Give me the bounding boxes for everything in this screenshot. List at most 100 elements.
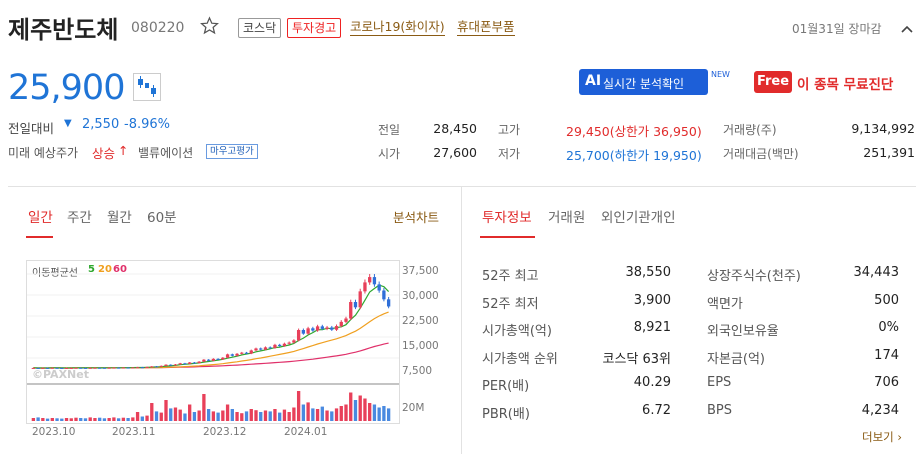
volume-bar <box>240 413 244 421</box>
ai-analysis-button[interactable]: AI 실시간 분석확인 <box>579 69 708 95</box>
more-link[interactable]: 더보기 › <box>862 429 902 445</box>
volume-bar <box>188 404 192 421</box>
candle <box>244 352 249 354</box>
change-value: 2,550 <box>82 117 120 132</box>
analysis-chart-link[interactable]: 분석차트 <box>393 207 439 226</box>
volume-bar <box>112 417 116 421</box>
candle <box>173 364 178 366</box>
candle <box>278 344 282 346</box>
candle <box>339 321 343 327</box>
candle <box>273 344 277 348</box>
volume-bar <box>131 417 135 421</box>
timestamp: 01월31일 장마감 <box>792 22 882 36</box>
valuation-badge[interactable]: 마우고평가 <box>206 144 258 159</box>
candle <box>135 367 140 369</box>
warning-tag: 투자경고 <box>287 18 342 38</box>
y-tick-5: 7,500 <box>402 365 433 377</box>
forecast-label: 미래 예상주가 <box>8 146 79 160</box>
volume-bar <box>145 415 149 421</box>
candle <box>93 367 97 369</box>
volume-bar <box>41 418 45 421</box>
star-icon[interactable] <box>200 16 219 35</box>
ma20-line <box>33 311 389 369</box>
tab-broker[interactable]: 거래원 <box>548 206 585 226</box>
tab-monthly[interactable]: 월간 <box>107 206 132 226</box>
invest-label: 액면가 <box>707 296 743 312</box>
x-tick-2: 2023.11 <box>112 426 156 438</box>
volume-bar <box>197 410 201 421</box>
invest-label: BPS <box>707 402 733 418</box>
volume-bar <box>320 406 324 421</box>
candle <box>112 367 116 369</box>
free-diagnosis-button[interactable]: Free 이 종목 무료진단 <box>754 70 914 95</box>
volume-bar <box>50 418 54 421</box>
volume-bar <box>140 416 144 421</box>
candle <box>287 342 291 344</box>
volume-value: 9,134,992 <box>851 121 915 136</box>
candle <box>301 330 306 334</box>
volume-bar <box>377 407 381 421</box>
candle <box>88 367 92 369</box>
amount-value: 251,391 <box>863 145 915 160</box>
tab-60min[interactable]: 60분 <box>147 206 177 226</box>
tab-invest-info[interactable]: 투자정보 <box>482 206 532 226</box>
theme-link-covid[interactable]: 코로나19(화이자) <box>350 19 445 36</box>
y-tick-1: 37,500 <box>402 265 439 277</box>
candle <box>169 364 173 366</box>
amount-label: 거래대금(백만) <box>723 147 799 161</box>
forecast-value[interactable]: 상승 <box>92 143 115 162</box>
volume-bar <box>45 418 50 421</box>
volume-bar <box>249 409 253 421</box>
candle <box>254 348 258 351</box>
stock-name: 제주반도체 <box>8 16 119 44</box>
y-tick-4: 15,000 <box>402 340 439 352</box>
volume-bar <box>79 418 83 421</box>
chart-toggle-icon[interactable] <box>133 73 161 101</box>
candle <box>368 277 372 283</box>
current-price: 25,900 <box>8 68 125 108</box>
volume-bar <box>206 409 211 421</box>
high-value: 29,450(상한가 36,950) <box>566 124 702 139</box>
price-chart <box>27 273 399 421</box>
y-tick-3: 22,500 <box>402 315 439 327</box>
theme-link-phone[interactable]: 휴대폰부품 <box>457 19 515 36</box>
candle <box>107 367 111 369</box>
candle <box>211 358 216 361</box>
volume-bar <box>282 409 287 421</box>
volume-bar <box>244 411 249 421</box>
high-label: 고가 <box>498 123 521 137</box>
x-tick-1: 2023.10 <box>32 426 76 438</box>
candle <box>330 327 334 330</box>
prev-label: 전일 <box>378 123 401 137</box>
candle <box>240 352 244 354</box>
prev-value: 28,450 <box>433 121 477 136</box>
candle <box>315 326 320 331</box>
volume-bar <box>126 418 130 421</box>
volume-bar <box>263 410 268 421</box>
tab-daily[interactable]: 일간 <box>28 206 53 226</box>
tab-weekly[interactable]: 주간 <box>67 206 92 226</box>
volume-bar <box>211 411 216 421</box>
candle <box>98 367 102 369</box>
down-arrow-icon: ▼ <box>64 118 72 129</box>
candle <box>230 354 234 356</box>
invest-label: 외국인보유율 <box>707 324 779 339</box>
volume-bar <box>353 400 358 421</box>
tab-investor[interactable]: 외인기관개인 <box>601 206 676 226</box>
invest-value: 4,234 <box>861 402 899 418</box>
candle <box>225 354 230 358</box>
low-label: 저가 <box>498 147 521 161</box>
stock-code: 080220 <box>131 20 185 36</box>
candle <box>126 367 130 369</box>
volume-bar <box>358 395 362 421</box>
invest-label: 상장주식수(천주) <box>707 269 801 284</box>
volume-bar <box>325 410 329 421</box>
candle <box>197 361 201 364</box>
chevron-up-icon[interactable] <box>900 24 914 34</box>
invest-label: PER(배) <box>482 379 530 394</box>
volume-bar <box>311 408 315 421</box>
y-tick-2: 30,000 <box>402 290 439 302</box>
candle <box>164 364 168 366</box>
candle <box>259 348 263 350</box>
volume-bar <box>135 412 140 421</box>
